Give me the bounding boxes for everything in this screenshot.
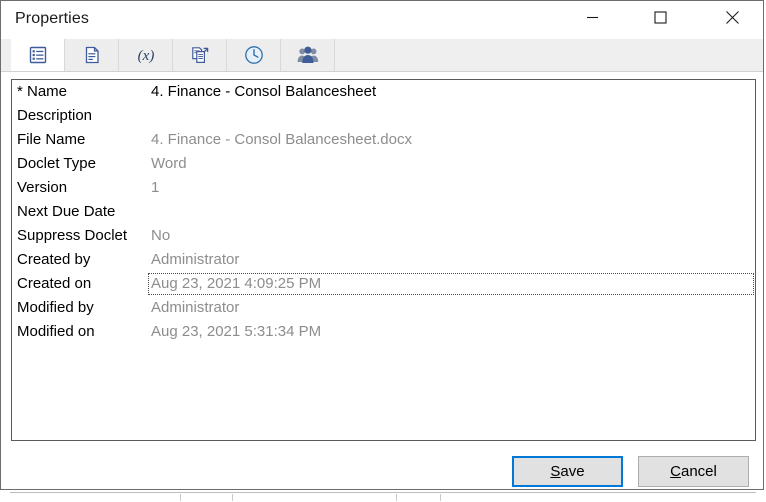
cancel-mnemonic: C bbox=[670, 463, 681, 480]
minimize-icon bbox=[586, 11, 599, 24]
property-label: Created on bbox=[17, 275, 92, 292]
property-row[interactable]: * Name 4. Finance - Consol Balancesheet bbox=[12, 80, 755, 104]
tab-strip: (x) bbox=[1, 39, 763, 72]
cancel-suffix: ancel bbox=[680, 463, 717, 480]
property-value[interactable]: Administrator bbox=[151, 296, 239, 320]
property-label: Modified on bbox=[17, 323, 95, 340]
tab-users[interactable] bbox=[281, 39, 335, 71]
property-row[interactable]: Modified by Administrator bbox=[12, 296, 755, 320]
cancel-button[interactable]: Cancel bbox=[638, 456, 749, 487]
background-tick bbox=[440, 494, 441, 501]
property-row[interactable]: File Name 4. Finance - Consol Balanceshee… bbox=[12, 128, 755, 152]
property-value[interactable]: 4. Finance - Consol Balancesheet bbox=[151, 80, 376, 104]
property-label: Version bbox=[17, 179, 68, 196]
properties-dialog: Properties (x) * Name 4. Finance - Conso… bbox=[0, 0, 764, 490]
property-label: Suppress Doclet bbox=[17, 227, 128, 244]
maximize-icon bbox=[653, 10, 667, 24]
properties-panel: * Name 4. Finance - Consol Balancesheet De… bbox=[11, 79, 756, 441]
copy-export-icon bbox=[190, 45, 210, 65]
property-row[interactable]: Version 1 bbox=[12, 176, 755, 200]
background-tick bbox=[232, 494, 233, 501]
document-icon bbox=[82, 45, 102, 65]
properties-list: * Name 4. Finance - Consol Balancesheet De… bbox=[12, 80, 755, 344]
background-tick bbox=[180, 494, 181, 501]
property-label: Description bbox=[17, 107, 93, 124]
save-mnemonic: S bbox=[550, 463, 561, 480]
property-value[interactable]: Administrator bbox=[151, 248, 239, 272]
tab-history[interactable] bbox=[227, 39, 281, 71]
property-row[interactable]: Description bbox=[12, 104, 755, 128]
list-properties-icon bbox=[28, 45, 48, 65]
property-row[interactable]: Created on Aug 23, 2021 4:09:25 PM bbox=[12, 272, 755, 296]
property-value[interactable]: Word bbox=[151, 152, 187, 176]
close-icon bbox=[725, 10, 740, 25]
property-value[interactable]: 1 bbox=[151, 176, 159, 200]
property-label: Next Due Date bbox=[17, 203, 116, 220]
users-group-icon bbox=[297, 45, 319, 65]
tab-document[interactable] bbox=[65, 39, 119, 71]
property-value[interactable]: Aug 23, 2021 4:09:25 PM bbox=[151, 272, 321, 296]
save-suffix: ave bbox=[560, 463, 585, 480]
save-button[interactable]: Save bbox=[512, 456, 623, 487]
variable-fx-icon: (x) bbox=[131, 45, 161, 65]
title-bar[interactable]: Properties bbox=[1, 1, 763, 39]
window-title: Properties bbox=[15, 10, 89, 27]
tab-properties[interactable] bbox=[11, 39, 65, 71]
property-value[interactable]: 4. Finance - Consol Balancesheet.docx bbox=[151, 128, 412, 152]
tab-copy[interactable] bbox=[173, 39, 227, 71]
cancel-button-label: Cancel bbox=[670, 463, 717, 480]
property-label: Doclet Type bbox=[17, 155, 96, 172]
property-label: Modified by bbox=[17, 299, 94, 316]
dialog-button-bar: Save Cancel bbox=[1, 447, 763, 489]
property-label: Created by bbox=[17, 251, 91, 268]
tab-variables[interactable]: (x) bbox=[119, 39, 173, 71]
maximize-button[interactable] bbox=[637, 1, 683, 33]
background-tick bbox=[396, 494, 397, 501]
minimize-button[interactable] bbox=[569, 1, 615, 33]
property-row[interactable]: Created by Administrator bbox=[12, 248, 755, 272]
close-button[interactable] bbox=[709, 1, 755, 33]
property-label: * Name bbox=[17, 83, 68, 100]
property-label: File Name bbox=[17, 131, 86, 148]
property-value[interactable]: Aug 23, 2021 5:31:34 PM bbox=[151, 320, 321, 344]
property-row[interactable]: Modified on Aug 23, 2021 5:31:34 PM bbox=[12, 320, 755, 344]
save-button-label: Save bbox=[550, 463, 584, 480]
clock-history-icon bbox=[243, 44, 265, 66]
svg-text:(x): (x) bbox=[137, 48, 154, 64]
property-row[interactable]: Doclet Type Word bbox=[12, 152, 755, 176]
property-row[interactable]: Suppress Doclet No bbox=[12, 224, 755, 248]
property-value[interactable]: No bbox=[151, 224, 170, 248]
property-row[interactable]: Next Due Date bbox=[12, 200, 755, 224]
